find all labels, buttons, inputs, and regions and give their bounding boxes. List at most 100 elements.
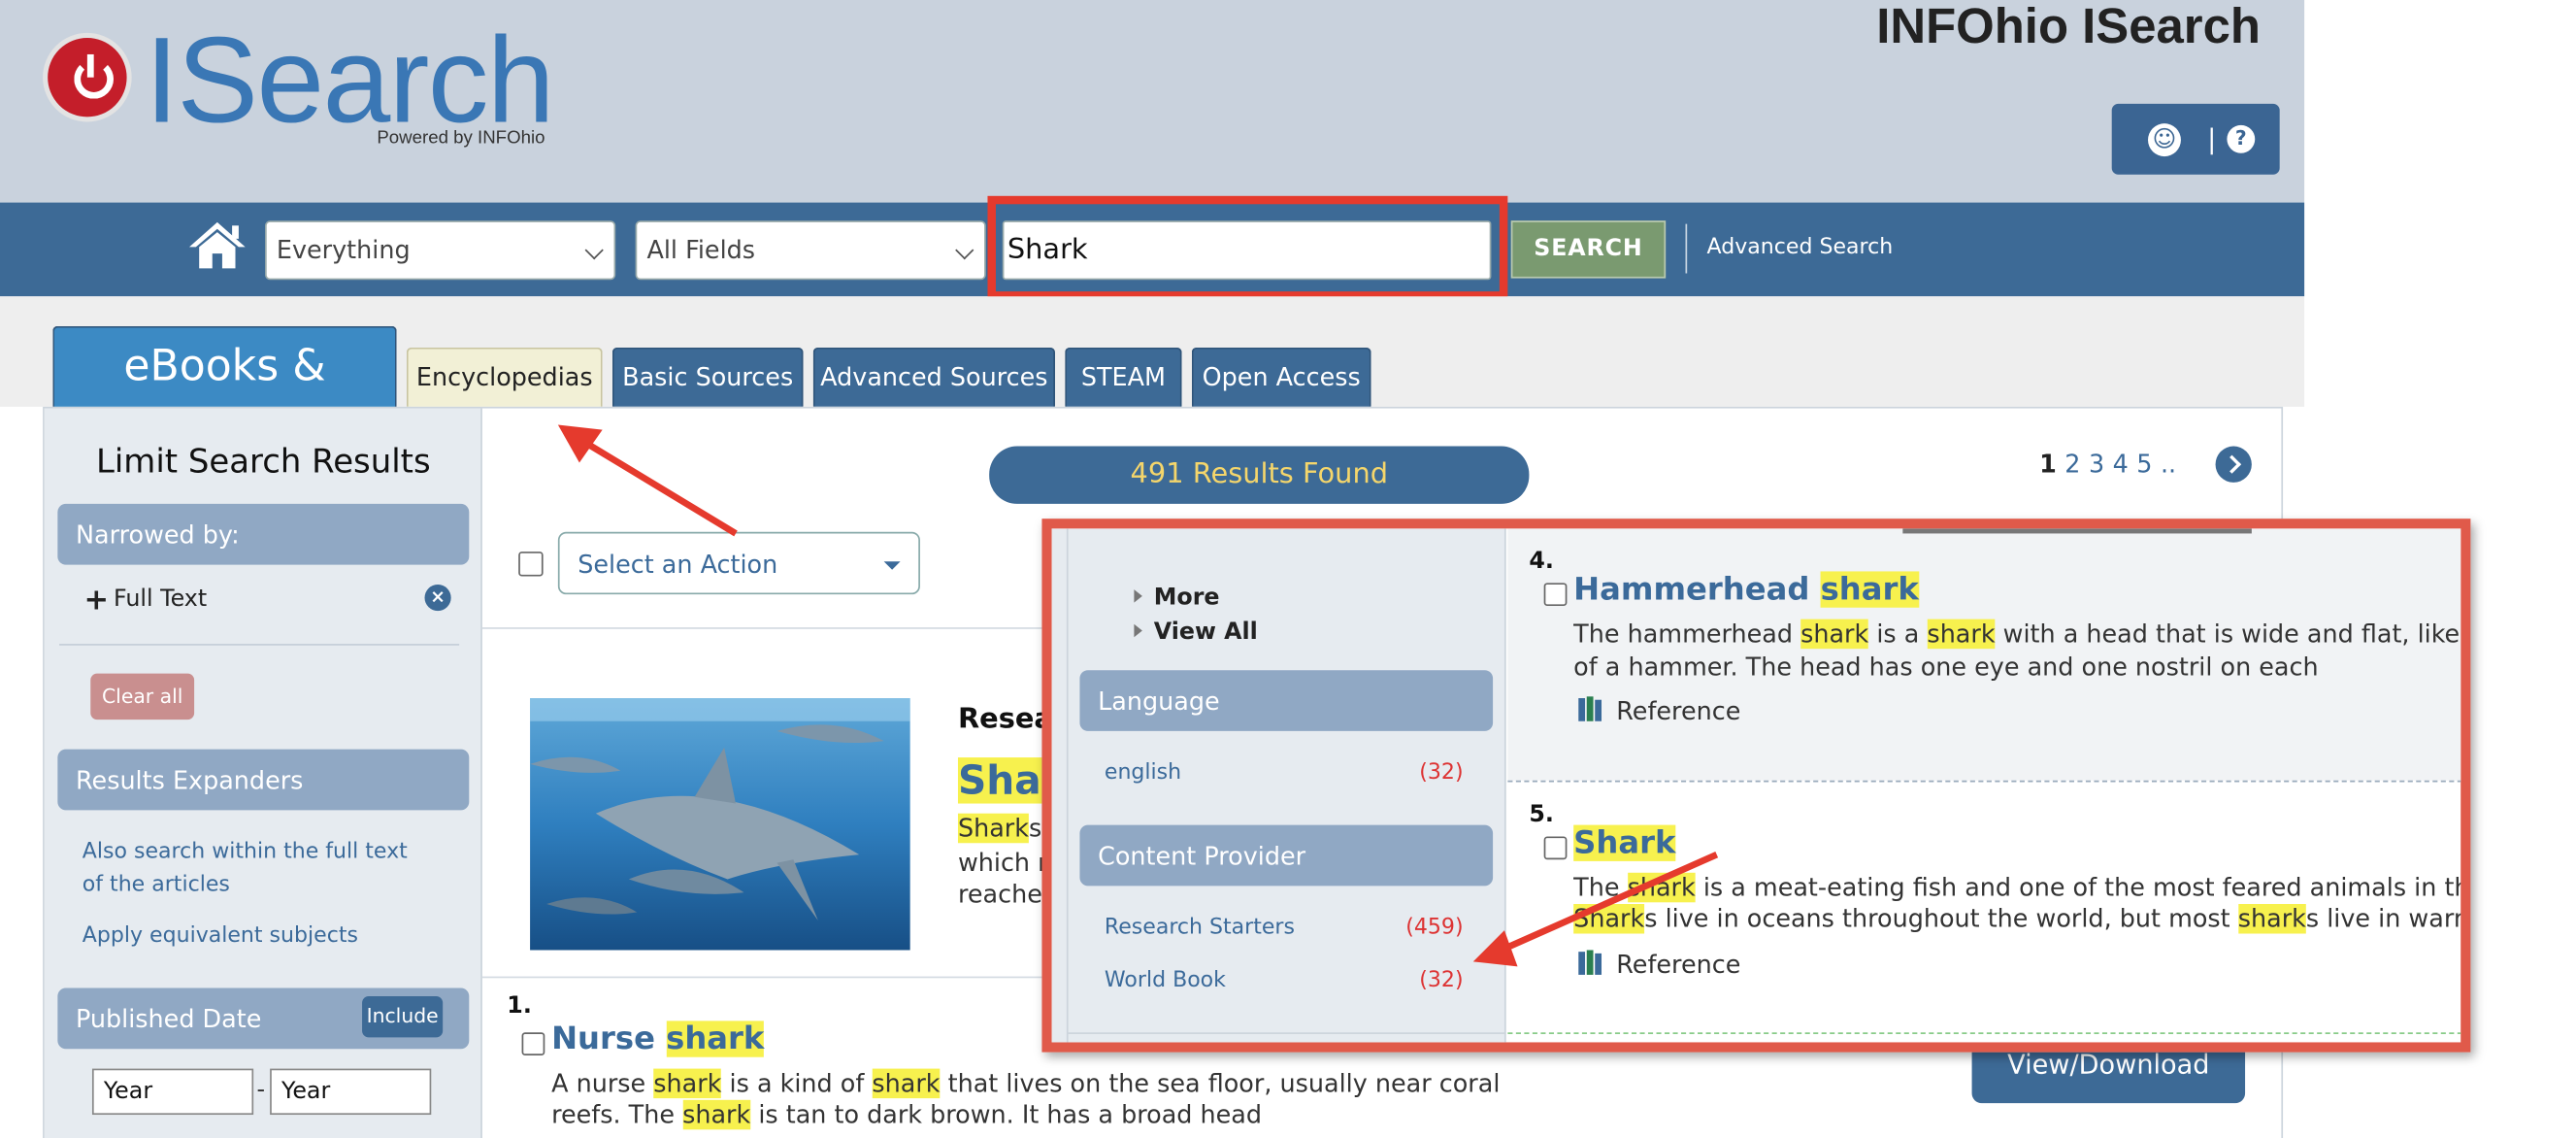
page-2[interactable]: 2 xyxy=(2064,450,2080,480)
tab-ebooks-videos[interactable]: eBooks & Videos xyxy=(52,325,397,471)
result-snippet: Sharks live in oceans throughout the wor… xyxy=(1573,903,2460,934)
snippet-text: A nurse xyxy=(551,1068,654,1099)
title-highlight: shark xyxy=(666,1021,765,1057)
plus-icon[interactable]: + xyxy=(83,583,109,618)
clear-all-button[interactable]: Clear all xyxy=(90,673,195,720)
result-number: 5. xyxy=(1529,801,1554,828)
result-number: 4. xyxy=(1529,548,1554,575)
result-snippet: reefs. The shark is tan to dark brown. I… xyxy=(551,1099,1263,1130)
facet-english[interactable]: english xyxy=(1105,760,1181,785)
facet-more-link[interactable]: More xyxy=(1154,585,1220,611)
snippet-highlight: shark xyxy=(2237,903,2306,934)
tab-encyclopedias[interactable]: Encyclopedias xyxy=(406,347,603,407)
page-1[interactable]: 1 xyxy=(2039,450,2057,480)
shark-photo[interactable] xyxy=(530,698,910,951)
result-title-link[interactable]: Hammerhead shark xyxy=(1573,571,1919,608)
snippet-text: with a head that is wide and flat, like … xyxy=(2002,619,2461,650)
result-checkbox[interactable] xyxy=(1543,583,1568,607)
title-highlight: shark xyxy=(1820,571,1919,608)
title-text: Nurse xyxy=(551,1021,667,1057)
expander-equivalent-subjects-link[interactable]: Apply equivalent subjects xyxy=(83,923,358,948)
result-title-link[interactable]: Nurse shark xyxy=(551,1021,765,1057)
expander-full-text-link[interactable]: Also search within the full text of the … xyxy=(83,836,412,902)
action-select[interactable]: Select an Action xyxy=(557,531,920,595)
facet-english-count: (32) xyxy=(1419,760,1464,786)
fields-select[interactable]: All Fields xyxy=(635,220,986,281)
result-checkbox[interactable] xyxy=(1543,836,1568,860)
facet-world-book[interactable]: World Book xyxy=(1105,968,1226,992)
result-snippet: The shark is a meat-eating fish and one … xyxy=(1573,872,2460,903)
result-type-label: Reference xyxy=(1616,696,1741,726)
expand-arrow-icon xyxy=(1134,623,1142,638)
home-icon[interactable] xyxy=(187,219,247,272)
narrowed-by-header: Narrowed by: xyxy=(57,503,470,565)
snippet-highlight: Shark xyxy=(957,813,1030,844)
sidebar-title: Limit Search Results xyxy=(95,441,431,482)
snippet-text: The hammerhead xyxy=(1573,619,1801,650)
page-4[interactable]: 4 xyxy=(2113,450,2129,480)
close-icon[interactable]: × xyxy=(424,585,451,612)
search-button[interactable]: SEARCH xyxy=(1510,220,1667,279)
utility-toolbar: ☺ | ? xyxy=(2111,103,2280,175)
zoom-callout-panel: More View All Language english (32) Cont… xyxy=(1041,519,2471,1053)
full-text-filter[interactable]: Full Text xyxy=(114,586,207,613)
site-title: INFOhio ISearch xyxy=(1876,0,2261,54)
next-page-icon[interactable] xyxy=(2215,446,2252,483)
logo-subtitle: Powered by INFOhio xyxy=(377,128,545,149)
results-expanders-header[interactable]: Results Expanders xyxy=(57,749,470,811)
advanced-search-link[interactable]: Advanced Search xyxy=(1707,235,1894,259)
scope-select[interactable]: Everything xyxy=(265,220,616,281)
accessibility-icon[interactable]: ☺ xyxy=(2148,123,2181,157)
title-highlight: Shark xyxy=(1573,824,1676,861)
include-date-button[interactable]: Include xyxy=(362,995,444,1038)
caret-down-icon xyxy=(883,561,901,570)
snippet-text: The xyxy=(1573,872,1628,903)
searchbar-divider xyxy=(1685,223,1688,274)
snippet-text: is a kind of xyxy=(721,1068,873,1099)
result-snippet: The hammerhead shark is a shark with a h… xyxy=(1573,619,2461,650)
page-more[interactable]: .. xyxy=(2161,450,2176,480)
result-number: 1. xyxy=(507,992,532,1020)
pagination: 1 2 3 4 5.. xyxy=(2039,450,2185,480)
year-from-input[interactable]: Year xyxy=(91,1068,254,1116)
result-title-link[interactable]: Shark xyxy=(1573,824,1676,861)
page-5[interactable]: 5 xyxy=(2136,450,2152,480)
snippet-text: is tan to dark brown. It has a broad hea… xyxy=(750,1099,1263,1130)
result-checkbox[interactable] xyxy=(521,1032,545,1056)
year-to-input[interactable]: Year xyxy=(270,1068,432,1116)
result-4-top-edge xyxy=(1902,528,2252,534)
tab-open-access[interactable]: Open Access xyxy=(1191,347,1371,407)
isearch-page: ISearch Powered by INFOhio INFOhio ISear… xyxy=(0,0,2576,1138)
tab-steam[interactable]: STEAM xyxy=(1065,347,1182,407)
facet-research-starters[interactable]: Research Starters xyxy=(1105,916,1295,940)
language-facet-header[interactable]: Language xyxy=(1079,670,1494,731)
facet-divider xyxy=(1068,1032,1506,1034)
facet-world-book-count: (32) xyxy=(1419,968,1464,993)
snippet-highlight: shark xyxy=(653,1068,722,1099)
featured-snippet: reaches xyxy=(957,879,1056,910)
snippet-text: that lives on the sea floor, usually nea… xyxy=(940,1068,1501,1099)
snippet-highlight: shark xyxy=(872,1068,941,1099)
fields-select-value: All Fields xyxy=(646,235,756,266)
scope-select-value: Everything xyxy=(276,235,411,266)
snippet-highlight: shark xyxy=(682,1099,751,1130)
facet-view-all-link[interactable]: View All xyxy=(1154,619,1258,646)
search-highlight-box xyxy=(987,195,1508,300)
featured-label: Resea xyxy=(957,703,1053,737)
page-3[interactable]: 3 xyxy=(2089,450,2104,480)
expand-arrow-icon xyxy=(1134,589,1142,603)
book-icon xyxy=(1578,950,1602,975)
tab-advanced-sources[interactable]: Advanced Sources xyxy=(812,347,1056,407)
title-text: Hammerhead xyxy=(1573,571,1821,608)
help-icon[interactable]: ? xyxy=(2227,124,2256,153)
select-all-checkbox[interactable] xyxy=(518,552,544,577)
snippet-text: s live in oceans throughout the world, b… xyxy=(1644,903,2238,934)
isearch-logo-icon[interactable] xyxy=(43,32,132,122)
snippet-text: reefs. The xyxy=(551,1099,683,1130)
content-provider-header[interactable]: Content Provider xyxy=(1079,824,1494,887)
result-separator xyxy=(1507,780,2461,783)
screenshot-stage: ISearch Powered by INFOhio INFOhio ISear… xyxy=(0,0,2576,1138)
snippet-highlight: shark xyxy=(1800,619,1869,650)
tab-basic-sources[interactable]: Basic Sources xyxy=(611,347,804,407)
result-separator xyxy=(1507,1032,2461,1034)
